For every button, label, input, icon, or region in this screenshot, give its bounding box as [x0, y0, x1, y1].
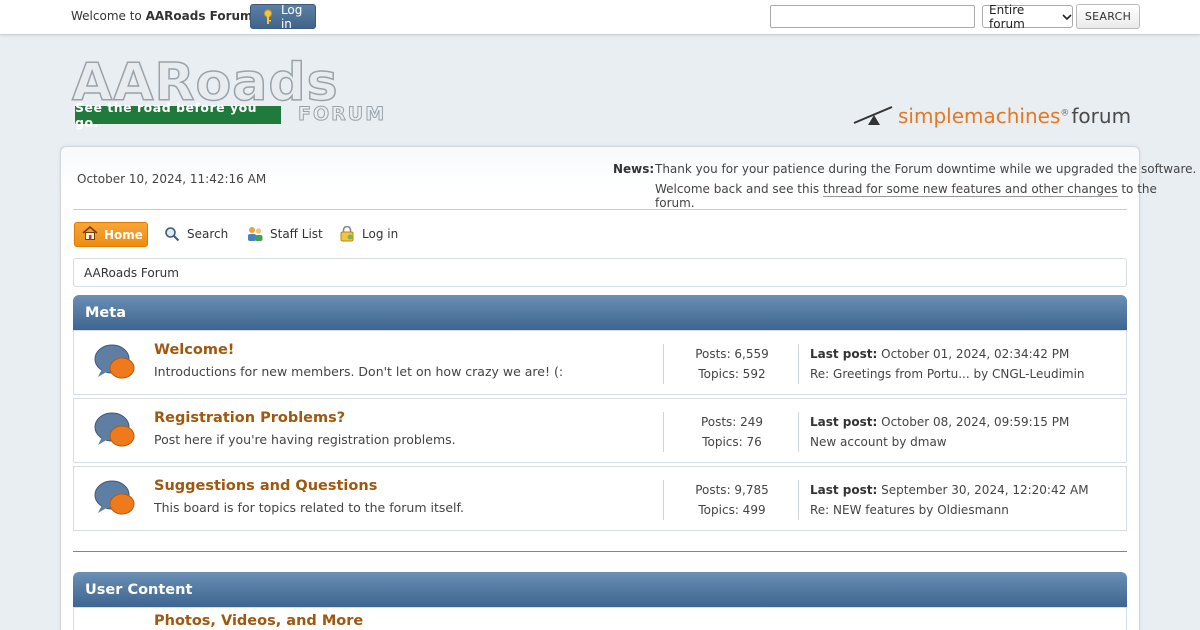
top-bar: Welcome to AARoads Forum. Log in Entire …: [0, 0, 1200, 35]
category-title: Meta: [85, 304, 126, 321]
last-post-label: Last post:: [810, 347, 878, 361]
menu-home-button[interactable]: Home: [74, 222, 148, 247]
board-description: This board is for topics related to the …: [154, 500, 464, 515]
smf-simple: simple: [898, 104, 965, 128]
board-last-post: Last post: October 01, 2024, 02:34:42 PM…: [810, 344, 1085, 384]
menu-home-label: Home: [104, 227, 143, 242]
last-post-date: September 30, 2024, 12:20:42 AM: [877, 483, 1089, 497]
board-description: Introductions for new members. Don't let…: [154, 364, 564, 379]
top-login-label: Log in: [280, 2, 303, 31]
board-divider: [663, 412, 664, 452]
board-row: Welcome! Introductions for new members. …: [73, 330, 1127, 395]
board-stats: Posts: 249 Topics: 76: [674, 412, 790, 452]
header-divider: [73, 209, 1127, 210]
breadcrumb-home-link[interactable]: AARoads Forum: [84, 266, 179, 280]
category-divider: [73, 551, 1127, 552]
last-post-date: October 01, 2024, 02:34:42 PM: [877, 347, 1070, 361]
smf-forum: forum: [1071, 104, 1132, 128]
board-divider: [798, 412, 799, 452]
site-logo[interactable]: AARoads See the road before you go. FORU…: [71, 55, 392, 131]
logo-tagline: See the road before you go.: [74, 100, 282, 130]
board-last-post: Last post: October 08, 2024, 09:59:15 PM…: [810, 412, 1069, 452]
smf-reg: ®: [1060, 108, 1070, 119]
smf-machines: machines: [964, 104, 1061, 128]
last-post-label: Last post:: [810, 415, 878, 429]
board-stats: Posts: 9,785 Topics: 499: [674, 480, 790, 520]
board-topics: Topics: 592: [698, 367, 766, 381]
staff-users-icon: [246, 225, 264, 243]
board-title-link[interactable]: Registration Problems?: [154, 410, 345, 426]
board-divider: [798, 480, 799, 520]
smf-mark-icon: [852, 103, 894, 130]
board-title-link[interactable]: Photos, Videos, and More: [154, 613, 363, 629]
board-topics: Topics: 76: [702, 435, 762, 449]
menu-staff-label: Staff List: [270, 227, 323, 241]
welcome-site-name: AARoads Forum: [145, 9, 253, 23]
category-header-meta[interactable]: Meta: [73, 295, 1127, 330]
board-stats: Posts: 6,559 Topics: 592: [674, 344, 790, 384]
login-key-icon: [338, 225, 356, 243]
category-title: User Content: [85, 581, 193, 598]
board-posts: Posts: 9,785: [695, 483, 769, 497]
board-row: Registration Problems? Post here if you'…: [73, 398, 1127, 463]
board-title-link[interactable]: Welcome!: [154, 342, 234, 358]
board-chat-icon: [92, 409, 140, 453]
last-post-topic-link[interactable]: Re: Greetings from Portu... by CNGL-Leud…: [810, 364, 1085, 384]
board-chat-icon: [92, 477, 140, 521]
search-button[interactable]: SEARCH: [1076, 4, 1140, 29]
home-icon: [82, 225, 98, 243]
board-divider: [798, 344, 799, 384]
board-topics: Topics: 499: [698, 503, 766, 517]
current-date: October 10, 2024, 11:42:16 AM: [77, 172, 267, 186]
welcome-prefix: Welcome to: [71, 9, 146, 23]
board-chat-icon: [92, 341, 140, 385]
category-header-user-content[interactable]: User Content: [73, 572, 1127, 607]
news-thread-link[interactable]: thread for some new features and other c…: [822, 182, 1118, 197]
menu-login-label: Log in: [362, 227, 399, 241]
board-row: Photos, Videos, and More: [73, 607, 1127, 630]
board-title-link[interactable]: Suggestions and Questions: [154, 478, 377, 494]
search-input[interactable]: [770, 5, 975, 28]
menu-search[interactable]: Search: [163, 225, 228, 243]
board-divider: [663, 480, 664, 520]
news-label: News:: [613, 162, 655, 176]
smf-wordmark: simplemachines® forum: [898, 104, 1131, 128]
chevron-down-icon: [1062, 10, 1072, 24]
key-icon: [260, 8, 277, 26]
board-posts: Posts: 6,559: [695, 347, 769, 361]
board-description: Post here if you're having registration …: [154, 432, 456, 447]
smf-logo[interactable]: simplemachines® forum: [852, 101, 1132, 131]
news-line-2: Welcome back and see this thread for som…: [655, 182, 1200, 210]
menu-login[interactable]: Log in: [338, 225, 398, 243]
search-icon: [163, 225, 181, 243]
welcome-message: Welcome to AARoads Forum.: [71, 9, 256, 23]
search-scope-value: Entire forum: [989, 2, 1025, 31]
breadcrumb: AARoads Forum: [73, 258, 1127, 287]
board-posts: Posts: 249: [700, 415, 764, 429]
board-last-post: Last post: September 30, 2024, 12:20:42 …: [810, 480, 1089, 520]
news-line-2-pre: Welcome back and see this: [655, 182, 823, 196]
last-post-topic-link[interactable]: Re: NEW features by Oldiesmann: [810, 500, 1089, 520]
board-divider: [663, 344, 664, 384]
logo-forum-label: FORUM: [297, 103, 387, 126]
top-login-button[interactable]: Log in: [250, 2, 316, 31]
last-post-topic-link[interactable]: New account by dmaw: [810, 432, 1069, 452]
board-row: Suggestions and Questions This board is …: [73, 466, 1127, 531]
search-scope-select[interactable]: Entire forum: [982, 2, 1073, 31]
last-post-date: October 08, 2024, 09:59:15 PM: [877, 415, 1070, 429]
menu-staff-list[interactable]: Staff List: [246, 225, 323, 243]
menu-search-label: Search: [187, 227, 229, 241]
news-line-1: Thank you for your patience during the F…: [655, 162, 1197, 176]
last-post-label: Last post:: [810, 483, 878, 497]
